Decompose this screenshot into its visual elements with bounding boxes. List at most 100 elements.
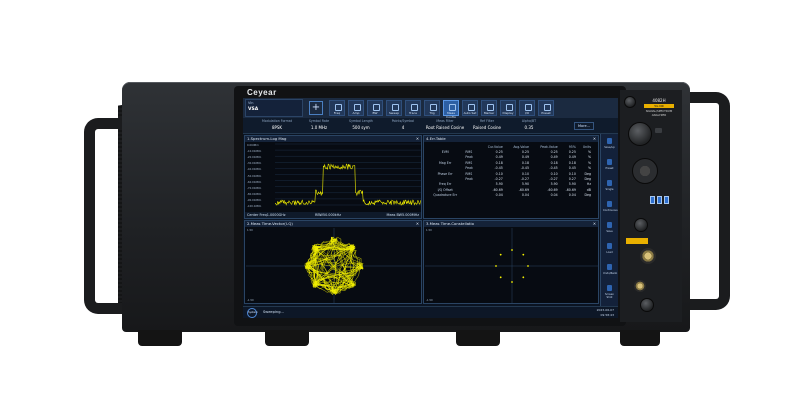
param-0[interactable]: Modulation Format 8PSK bbox=[253, 119, 301, 130]
constellation-point bbox=[511, 281, 513, 283]
param-label: Ref Filter bbox=[480, 119, 494, 123]
param-3[interactable]: Points/Symbol 4 bbox=[379, 119, 427, 130]
spectrum-title: 1.Spectrum-Log Mag bbox=[247, 136, 286, 141]
mode-label: Vin bbox=[248, 101, 254, 105]
constellation-point bbox=[522, 276, 524, 278]
param-value: Raised Cosine bbox=[463, 125, 511, 130]
usb-port[interactable] bbox=[657, 196, 662, 204]
usb-port[interactable] bbox=[650, 196, 655, 204]
clock: 2023-06-07 09:58:43 bbox=[597, 308, 614, 317]
toolbar-button-preset[interactable]: Preset bbox=[538, 100, 554, 116]
foot-right bbox=[620, 330, 660, 346]
constellation-window[interactable]: 3.Meas Time-Constellatio ✕ 1.50 -1.50 bbox=[423, 220, 599, 304]
arrow-keypad[interactable] bbox=[632, 158, 658, 184]
status-bar: System Sweeping... 2023-06-07 09:58:43 bbox=[243, 306, 618, 318]
softkey-preset[interactable]: Preset bbox=[603, 157, 616, 172]
sweep-status: Sweeping... bbox=[263, 310, 284, 314]
rbw-readout: RBW50.000kHz bbox=[315, 212, 341, 218]
warning-label bbox=[626, 238, 648, 244]
param-label: Meas Filter bbox=[436, 119, 453, 123]
toolbar-button-trace[interactable]: Trace bbox=[405, 100, 421, 116]
foot-mid-left bbox=[265, 330, 309, 346]
table-cell: Deg bbox=[577, 193, 592, 198]
param-label: Points/Symbol bbox=[392, 119, 415, 123]
constellation-plot bbox=[425, 228, 599, 304]
constellation-point bbox=[500, 254, 502, 256]
close-icon[interactable]: ✕ bbox=[593, 136, 596, 142]
softkey-single[interactable]: Single bbox=[603, 178, 616, 193]
iq-vector-plot bbox=[246, 228, 422, 304]
iq-vector-window[interactable]: 2.Meas Time-Vector(I-Q) ✕ 1.50 -1.50 bbox=[244, 220, 422, 304]
analyzer-screen: Vin VSA + Freq Amp BW Sweep Trace Trig Meas Co… bbox=[243, 98, 618, 318]
softkey-continuous[interactable]: Continuous bbox=[603, 199, 616, 214]
error-table: Cur.Value Avg.Value Peak.Value 95% Units EVM… bbox=[426, 144, 592, 198]
top-toolbar: Vin VSA + Freq Amp BW Sweep Trace Trig Meas Co… bbox=[243, 98, 618, 118]
window-title: 3.Meas Time-Constellatio ✕ bbox=[424, 221, 598, 227]
table-row: Quadrature Err 0.04 0.04 0.04 0.04 Deg bbox=[426, 193, 592, 198]
rf-input-port[interactable] bbox=[640, 248, 656, 264]
param-value: 1.0 MHz bbox=[295, 125, 343, 130]
toolbar-button-sweep[interactable]: Sweep bbox=[386, 100, 402, 116]
row-sub bbox=[464, 193, 478, 198]
rf-output-port[interactable] bbox=[634, 280, 646, 292]
system-label: System bbox=[248, 311, 258, 314]
usb-port[interactable] bbox=[664, 196, 669, 204]
foot-mid-right bbox=[456, 330, 500, 346]
constellation-point bbox=[495, 265, 497, 267]
spectrum-plot bbox=[245, 142, 423, 214]
right-softkey-bar: Save/up Preset Single Continuous Save Load Und… bbox=[600, 134, 618, 306]
spectrum-window[interactable]: 1.Spectrum-Log Mag ✕ 0.00dBm -10.00dBm -20.… bbox=[244, 135, 422, 219]
toolbar-button-trig[interactable]: Trig bbox=[424, 100, 440, 116]
param-value: 0.35 bbox=[505, 125, 553, 130]
softkey-save[interactable]: Save bbox=[603, 220, 616, 235]
softkey-screen-shot[interactable]: Screen Shot bbox=[603, 283, 616, 298]
table-cell: 0.04 bbox=[559, 193, 577, 198]
param-6[interactable]: Alpha/BT 0.35 bbox=[505, 119, 553, 130]
error-table-window[interactable]: 4.Err.Table ✕ Cur.Value Avg.Value Peak.Valu… bbox=[423, 135, 599, 219]
parameter-bar: Modulation Format 8PSK Symbol Rate 1.0 MHz S… bbox=[243, 118, 618, 134]
param-label: Symbol Length bbox=[349, 119, 373, 123]
table-cell: 0.04 bbox=[504, 193, 530, 198]
toolbar-button-freq[interactable]: Freq bbox=[329, 100, 345, 116]
power-button[interactable] bbox=[624, 96, 636, 108]
param-1[interactable]: Symbol Rate 1.0 MHz bbox=[295, 119, 343, 130]
close-icon[interactable]: ✕ bbox=[593, 221, 596, 227]
mode-selector[interactable]: Vin VSA bbox=[245, 99, 303, 117]
constellation-point bbox=[527, 265, 529, 267]
toolbar-button-meas-config[interactable]: Meas Config bbox=[443, 100, 459, 116]
constellation-point bbox=[522, 254, 524, 256]
toolbar-button-display[interactable]: Display bbox=[500, 100, 516, 116]
toolbar-button-i-o[interactable]: I/O bbox=[519, 100, 535, 116]
date-readout: 2023-06-07 bbox=[597, 308, 614, 313]
param-5[interactable]: Ref Filter Raised Cosine bbox=[463, 119, 511, 130]
constellation-point bbox=[500, 276, 502, 278]
rotary-knob[interactable] bbox=[628, 122, 652, 146]
constellation-point bbox=[511, 249, 513, 251]
center-freq-readout: Center Freq1.0000GHz bbox=[247, 212, 286, 218]
table-cell: 0.04 bbox=[530, 193, 559, 198]
softkey-load[interactable]: Load bbox=[603, 241, 616, 256]
close-icon[interactable]: ✕ bbox=[416, 221, 419, 227]
toolbar-button-amp[interactable]: Amp bbox=[348, 100, 364, 116]
param-value: Root Raised Cosine bbox=[421, 125, 469, 130]
toolbar-button-bw[interactable]: BW bbox=[367, 100, 383, 116]
bottom-knob[interactable] bbox=[640, 298, 654, 312]
knob-key[interactable] bbox=[655, 128, 662, 133]
toolbar-button-auto-set[interactable]: Auto Set bbox=[462, 100, 478, 116]
system-button[interactable]: System bbox=[247, 308, 257, 318]
time-readout: 09:58:43 bbox=[597, 313, 614, 318]
softkey-save-up[interactable]: Save/up bbox=[603, 136, 616, 151]
toolbar-button-marker[interactable]: Marker bbox=[481, 100, 497, 116]
param-4[interactable]: Meas Filter Root Raised Cosine bbox=[421, 119, 469, 130]
model-number: 4082H bbox=[652, 98, 665, 103]
more-button[interactable]: More... bbox=[574, 122, 594, 130]
rf-knob[interactable] bbox=[634, 218, 648, 232]
constellation-title: 3.Meas Time-Constellatio bbox=[426, 221, 474, 226]
softkey-undo-redo[interactable]: Undo/Redo bbox=[603, 262, 616, 277]
right-carry-handle bbox=[690, 92, 730, 310]
model-tag: 5G NR bbox=[644, 104, 674, 108]
mode-value: VSA bbox=[248, 107, 300, 112]
model-label: 4082H 5G NR SIGNAL/SPECTRUM ANALYZER bbox=[644, 98, 674, 117]
add-window-button[interactable]: + bbox=[309, 101, 323, 115]
param-2[interactable]: Symbol Length 500 sym bbox=[337, 119, 385, 130]
